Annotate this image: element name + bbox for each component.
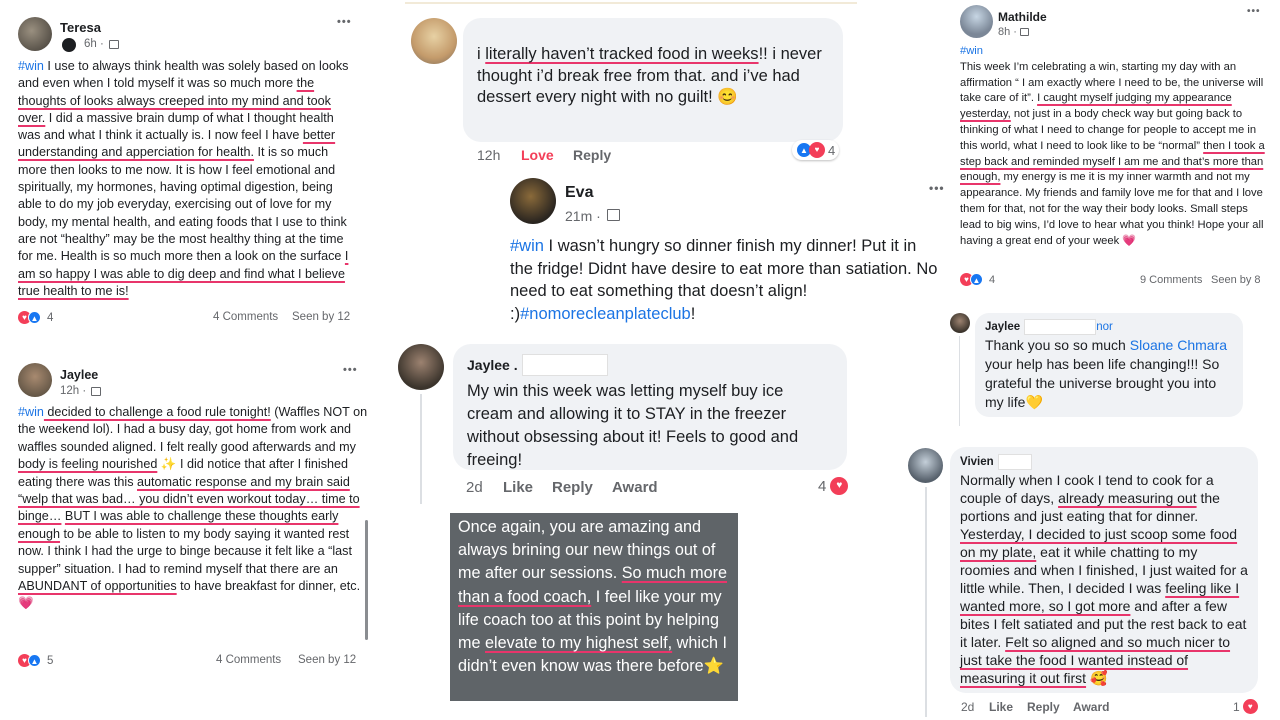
thread-line (959, 336, 960, 426)
thread-line (420, 394, 422, 504)
like-button[interactable]: Like (503, 479, 533, 496)
hashtag-link[interactable]: #nomorecleanplateclub (520, 305, 691, 323)
like-icon: ▲ (970, 273, 983, 286)
post-mathilde: Mathilde 8h · ••• #win This week I’m cel… (955, 0, 1280, 300)
post-body: #win I use to always think health was so… (18, 59, 349, 298)
avatar[interactable] (908, 448, 943, 483)
reactions[interactable]: ♥ ▲ 4 (960, 273, 995, 286)
post-body: #win decided to challenge a food rule to… (18, 405, 368, 611)
reactions[interactable]: ♥ ▲ 4 (18, 311, 53, 324)
author-name[interactable]: Teresa (60, 20, 101, 35)
comment-text: My win this week was letting myself buy … (467, 382, 799, 469)
reaction-count: 4 (818, 477, 827, 495)
reaction-count: 4 (828, 142, 836, 158)
post-jaylee: Jaylee 12h · ••• #win decided to challen… (0, 350, 372, 680)
avatar[interactable] (398, 344, 444, 390)
reply-button[interactable]: Reply (552, 479, 593, 496)
love-reaction-label[interactable]: Love (521, 147, 554, 163)
more-options-icon[interactable]: ••• (1247, 6, 1261, 17)
reactions[interactable]: ▲ ♥ 4 (792, 140, 840, 160)
reaction-count: 4 (989, 273, 996, 286)
hashtag[interactable]: #win (510, 237, 544, 255)
mention-link[interactable]: Sloane Chmara (1130, 337, 1227, 353)
comment-bubble: Jaylee nor Thank you so so much Sloane C… (975, 313, 1243, 417)
comment-bubble: i literally haven’t tracked food in week… (463, 18, 843, 142)
audience-icon (1020, 28, 1029, 36)
post-body: #win I wasn’t hungry so dinner finish my… (510, 237, 938, 323)
scrollbar[interactable] (365, 520, 368, 640)
heart-icon: ♥ (830, 477, 849, 495)
heart-icon: ♥ (1242, 699, 1258, 714)
author-name[interactable]: Jaylee (60, 368, 98, 382)
post-body: #win This week I’m celebrating a win, st… (960, 44, 1270, 249)
award-button[interactable]: Award (1073, 700, 1109, 714)
hashtag[interactable]: #win (960, 44, 1270, 60)
post-time[interactable]: 6h · (84, 38, 104, 50)
redacted-name (521, 354, 608, 376)
comments-count[interactable]: 4 Comments (216, 654, 281, 666)
hashtag[interactable]: #win (18, 405, 44, 419)
group-icon (62, 38, 76, 52)
like-button[interactable]: Like (989, 700, 1013, 714)
reactions[interactable]: 1 ♥ (1233, 699, 1258, 714)
seen-by[interactable]: Seen by 12 (298, 654, 356, 666)
redacted-name (1024, 319, 1097, 335)
seen-by[interactable]: Seen by 12 (292, 311, 350, 323)
divider (405, 2, 857, 4)
audience-icon (607, 209, 620, 221)
more-options-icon[interactable]: ••• (337, 16, 352, 28)
seen-by[interactable]: Seen by 8 (1211, 274, 1261, 286)
avatar[interactable] (18, 17, 52, 51)
heart-icon: ♥ (809, 142, 825, 158)
thread-line (925, 487, 927, 717)
more-options-icon[interactable]: ••• (343, 364, 358, 376)
comments-count[interactable]: 9 Comments (1140, 274, 1202, 286)
author-name[interactable]: Eva (565, 184, 593, 202)
author-name[interactable]: Jaylee . (467, 357, 518, 373)
avatar[interactable] (510, 178, 556, 224)
author-name[interactable]: Jaylee (985, 321, 1020, 333)
audience-icon (91, 387, 101, 396)
comment-bubble: Jaylee . My win this week was letting my… (453, 344, 847, 470)
author-name[interactable]: Vivien (960, 456, 994, 468)
post-teresa: Teresa 6h · ••• #win I use to always thi… (0, 0, 370, 340)
like-icon: ▲ (28, 311, 41, 324)
comment-bubble: Vivien Normally when I cook I tend to co… (950, 447, 1258, 693)
post-time[interactable]: 12h · (60, 385, 86, 397)
post-time[interactable]: 21m · (565, 208, 601, 224)
comment-text: Thank you so so much Sloane Chmara your … (985, 337, 1228, 410)
reply-button[interactable]: Reply (573, 147, 611, 163)
author-name[interactable]: Mathilde (998, 10, 1047, 24)
comment-text: Normally when I cook I tend to cook for … (960, 472, 1248, 686)
comment-time[interactable]: 2d (466, 479, 483, 496)
reaction-count: 1 (1233, 699, 1240, 714)
reactions[interactable]: 4 ♥ (818, 477, 849, 495)
avatar[interactable] (411, 18, 457, 64)
award-button[interactable]: Award (612, 479, 658, 496)
avatar[interactable] (18, 363, 52, 397)
reaction-count: 5 (47, 654, 54, 667)
avatar[interactable] (960, 5, 993, 38)
avatar[interactable] (950, 313, 970, 333)
comment-time[interactable]: 2d (961, 700, 974, 714)
like-icon: ▲ (28, 654, 41, 667)
reply-button[interactable]: Reply (1027, 700, 1060, 714)
audience-icon (109, 40, 119, 49)
redacted-name (997, 454, 1032, 470)
reactions[interactable]: ♥ ▲ 5 (18, 654, 53, 667)
more-options-icon[interactable]: ••• (929, 181, 945, 195)
comments-count[interactable]: 4 Comments (213, 311, 278, 323)
testimonial-note: Once again, you are amazing and always b… (450, 513, 738, 701)
reaction-count: 4 (47, 311, 54, 324)
comment-time[interactable]: 12h (477, 147, 500, 163)
hashtag[interactable]: #win (18, 59, 44, 73)
post-time[interactable]: 8h · (998, 26, 1017, 38)
